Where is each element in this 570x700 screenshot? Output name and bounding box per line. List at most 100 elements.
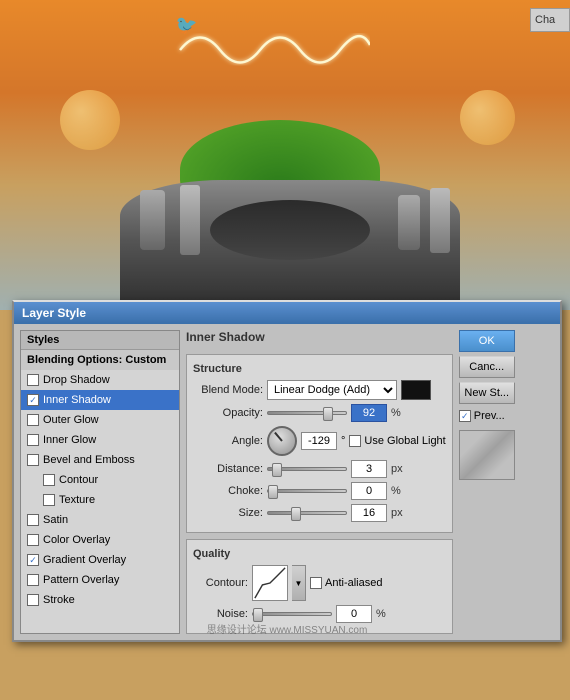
choke-row: Choke: % [193, 482, 446, 500]
stroke-checkbox[interactable] [27, 594, 39, 606]
cha-button[interactable]: Cha [530, 8, 570, 32]
quality-section: Quality Contour: ▼ An [186, 539, 453, 634]
bevel-emboss-checkbox[interactable] [27, 454, 39, 466]
style-bevel-emboss[interactable]: Bevel and Emboss [21, 450, 179, 470]
size-unit: px [391, 507, 407, 519]
style-drop-shadow[interactable]: Drop Shadow [21, 370, 179, 390]
distance-label: Distance: [193, 463, 263, 475]
orb-left [60, 90, 120, 150]
preview-label: Prev... [474, 410, 505, 422]
style-inner-glow[interactable]: Inner Glow [21, 430, 179, 450]
texture-checkbox[interactable] [43, 494, 55, 506]
background-image: 🐦 Cha [0, 0, 570, 310]
distance-input[interactable] [351, 460, 387, 478]
watermark: 思缘设计论坛 www.MISSYUAN.com [207, 621, 368, 636]
use-global-light-row: Use Global Light [349, 435, 445, 447]
contour-row-label: Contour: [193, 577, 248, 589]
quality-label: Quality [193, 548, 446, 560]
preview-checkbox[interactable]: ✓ [459, 410, 471, 422]
layer-style-dialog: Layer Style Styles Blending Options: Cus… [12, 300, 562, 642]
style-texture[interactable]: Texture [21, 490, 179, 510]
size-slider[interactable] [267, 511, 347, 515]
style-color-overlay[interactable]: Color Overlay [21, 530, 179, 550]
color-overlay-label: Color Overlay [43, 534, 110, 546]
preview-thumbnail [459, 430, 515, 480]
contour-checkbox[interactable] [43, 474, 55, 486]
texture-label: Texture [59, 494, 95, 506]
angle-input[interactable] [301, 432, 337, 450]
noise-unit: % [376, 608, 392, 620]
new-style-button[interactable]: New St... [459, 382, 515, 404]
global-light-checkbox[interactable] [349, 435, 361, 447]
satin-label: Satin [43, 514, 68, 526]
size-label: Size: [193, 507, 263, 519]
noise-slider[interactable] [252, 612, 332, 616]
dialog-right-area: Inner Shadow Structure Blend Mode: Linea… [186, 330, 515, 634]
drop-shadow-checkbox[interactable] [27, 374, 39, 386]
cancel-button[interactable]: Canc... [459, 356, 515, 378]
style-outer-glow[interactable]: Outer Glow [21, 410, 179, 430]
distance-row: Distance: px [193, 460, 446, 478]
contour-preview[interactable] [252, 565, 288, 601]
angle-dial[interactable] [267, 426, 297, 456]
outer-glow-checkbox[interactable] [27, 414, 39, 426]
action-buttons-panel: OK Canc... New St... ✓ Prev... [459, 330, 515, 634]
gradient-overlay-checkbox[interactable]: ✓ [27, 554, 39, 566]
structure-label: Structure [193, 363, 446, 375]
distance-slider[interactable] [267, 467, 347, 471]
degree-symbol: ° [341, 435, 345, 447]
style-satin[interactable]: Satin [21, 510, 179, 530]
angle-row: Angle: ° Use Global Light [193, 426, 446, 456]
opacity-slider[interactable] [267, 411, 347, 415]
blending-options-label: Blending Options: Custom [27, 354, 166, 366]
opacity-input[interactable] [351, 404, 387, 422]
style-inner-shadow[interactable]: ✓ Inner Shadow [21, 390, 179, 410]
contour-label: Contour [59, 474, 98, 486]
pattern-overlay-label: Pattern Overlay [43, 574, 119, 586]
color-overlay-checkbox[interactable] [27, 534, 39, 546]
dialog-titlebar: Layer Style [14, 302, 560, 324]
inner-shadow-checkbox[interactable]: ✓ [27, 394, 39, 406]
style-blending-options[interactable]: Blending Options: Custom [21, 350, 179, 370]
inner-glow-checkbox[interactable] [27, 434, 39, 446]
style-gradient-overlay[interactable]: ✓ Gradient Overlay [21, 550, 179, 570]
drop-shadow-label: Drop Shadow [43, 374, 110, 386]
settings-panel: Inner Shadow Structure Blend Mode: Linea… [186, 330, 453, 634]
style-contour[interactable]: Contour [21, 470, 179, 490]
contour-row: Contour: ▼ Anti-aliased [193, 565, 446, 601]
style-stroke[interactable]: Stroke [21, 590, 179, 610]
style-pattern-overlay[interactable]: Pattern Overlay [21, 570, 179, 590]
anti-alias-label: Anti-aliased [325, 577, 382, 589]
bevel-emboss-label: Bevel and Emboss [43, 454, 135, 466]
opacity-label: Opacity: [193, 407, 263, 419]
cha-label: Cha [535, 14, 555, 26]
structure-section: Structure Blend Mode: Linear Dodge (Add)… [186, 354, 453, 533]
choke-slider[interactable] [267, 489, 347, 493]
inner-shadow-label: Inner Shadow [43, 394, 111, 406]
angle-label: Angle: [193, 435, 263, 447]
blend-mode-color-swatch[interactable] [401, 380, 431, 400]
orb-right [460, 90, 515, 145]
choke-unit: % [391, 485, 407, 497]
pattern-overlay-checkbox[interactable] [27, 574, 39, 586]
choke-label: Choke: [193, 485, 263, 497]
blend-mode-row: Blend Mode: Linear Dodge (Add) Normal Mu… [193, 380, 446, 400]
size-input[interactable] [351, 504, 387, 522]
ok-button[interactable]: OK [459, 330, 515, 352]
blend-mode-label: Blend Mode: [193, 384, 263, 396]
contour-dropdown-button[interactable]: ▼ [292, 565, 306, 601]
blend-mode-select[interactable]: Linear Dodge (Add) Normal Multiply Scree… [267, 380, 397, 400]
dial-line [274, 432, 283, 442]
choke-input[interactable] [351, 482, 387, 500]
styles-panel-header: Styles [21, 331, 179, 350]
dialog-title: Layer Style [22, 306, 86, 320]
opacity-unit: % [391, 407, 407, 419]
metal-base-decoration [120, 180, 460, 300]
inner-shadow-section-title: Inner Shadow [186, 330, 453, 344]
styles-panel: Styles Blending Options: Custom Drop Sha… [20, 330, 180, 634]
anti-alias-checkbox[interactable] [310, 577, 322, 589]
preview-check-row: ✓ Prev... [459, 410, 515, 422]
satin-checkbox[interactable] [27, 514, 39, 526]
lightning-decoration [170, 20, 370, 80]
size-row: Size: px [193, 504, 446, 522]
